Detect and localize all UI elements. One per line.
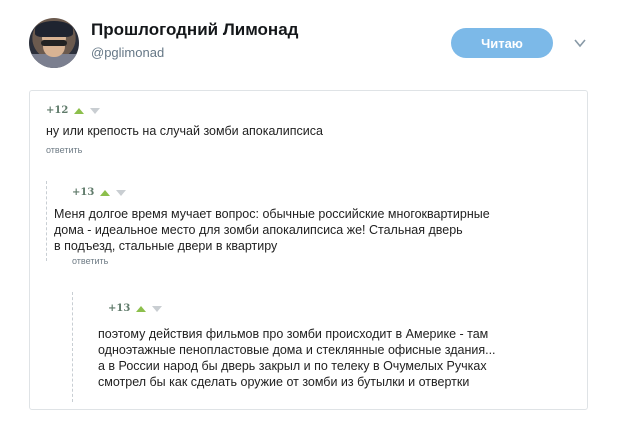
reply-link[interactable]: ответить: [72, 256, 584, 266]
comment-3: +13 поэтому действия фильмов про зомби п…: [98, 303, 586, 390]
comment-score: +13: [72, 187, 95, 198]
comment-line: дома - идеальное место для зомби апокали…: [54, 223, 463, 237]
tweet-header: Прошлогодний Лимонад @pglimonad Читаю: [0, 0, 618, 80]
comment-score: +12: [46, 105, 69, 116]
chevron-down-icon[interactable]: [573, 36, 587, 50]
avatar[interactable]: [29, 18, 79, 68]
comment-line: поэтому действия фильмов про зомби проис…: [98, 327, 489, 341]
comment-line: в подъезд, стальные двери в квартиру: [54, 239, 278, 253]
display-name[interactable]: Прошлогодний Лимонад: [91, 20, 298, 40]
comment-text: поэтому действия фильмов про зомби проис…: [98, 326, 586, 390]
comment-1: +12 ну или крепость на случай зомби апок…: [46, 105, 546, 155]
screenshot-card: +12 ну или крепость на случай зомби апок…: [29, 90, 588, 410]
comment-line: Меня долгое время мучает вопрос: обычные…: [54, 207, 490, 221]
comment-score: +13: [108, 303, 131, 314]
downvote-arrow-icon[interactable]: [152, 305, 163, 312]
upvote-arrow-icon[interactable]: [74, 107, 85, 114]
comment-text: Меня долгое время мучает вопрос: обычные…: [54, 206, 584, 254]
follow-button[interactable]: Читаю: [451, 28, 553, 58]
vote-bar: +12: [46, 105, 546, 116]
comment-2: +13 Меня долгое время мучает вопрос: обы…: [54, 187, 584, 266]
avatar-hat: [35, 21, 73, 37]
comment-line: ну или крепость на случай зомби апокалип…: [46, 124, 323, 138]
vote-bar: +13: [72, 187, 584, 198]
comment-text: ну или крепость на случай зомби апокалип…: [46, 123, 546, 139]
downvote-arrow-icon[interactable]: [116, 189, 127, 196]
comment-line: одноэтажные пенопластовые дома и стеклян…: [98, 343, 496, 357]
upvote-arrow-icon[interactable]: [136, 305, 147, 312]
downvote-arrow-icon[interactable]: [90, 107, 101, 114]
avatar-glasses: [41, 40, 67, 46]
reply-link[interactable]: ответить: [46, 145, 546, 155]
comment-line: смотрел бы как сделать оружие от зомби и…: [98, 375, 470, 389]
upvote-arrow-icon[interactable]: [100, 189, 111, 196]
user-handle[interactable]: @pglimonad: [91, 45, 164, 60]
comment-line: а в России народ бы дверь закрыл и по те…: [98, 359, 487, 373]
vote-bar: +13: [108, 303, 586, 314]
